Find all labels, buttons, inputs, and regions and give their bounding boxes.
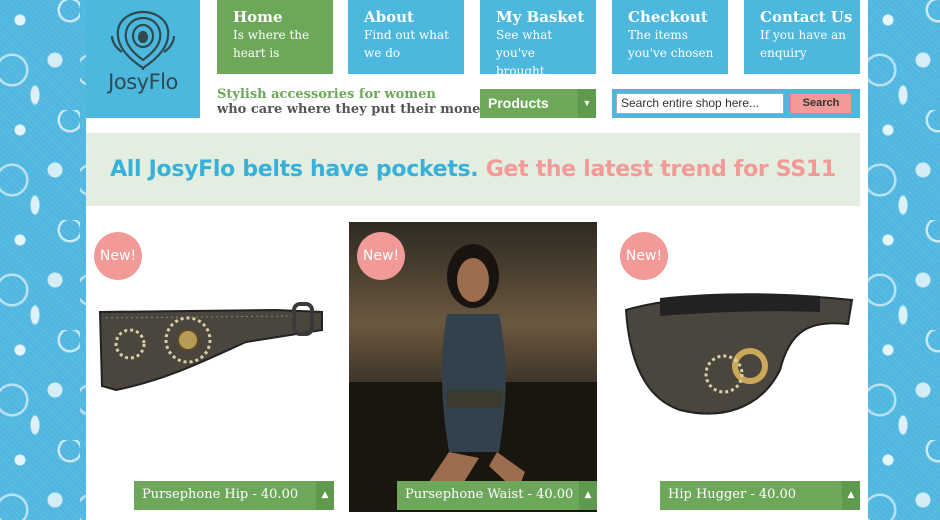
product-price-bar[interactable]: Pursephone Hip - 40.00 ▲	[134, 481, 334, 510]
new-badge: New!	[620, 232, 668, 280]
peacock-feather-icon	[110, 10, 176, 70]
product-card[interactable]: New! Hip Hugger - 40.00 ▲	[612, 222, 860, 512]
nav-my-basket-title: My Basket	[496, 8, 585, 26]
product-price-bar[interactable]: Pursephone Waist - 40.00 ▲	[397, 481, 597, 510]
product-title: Pursephone Waist - 40.00	[405, 487, 574, 502]
products-dropdown-label: Products	[488, 95, 549, 111]
tagline-line-2: who care where they put their money	[217, 102, 489, 117]
nav-home[interactable]: Home Is where the heart is	[217, 0, 333, 74]
nav-contact-us-subtitle: If you have an enquiry	[760, 28, 847, 60]
page: JosyFlo Home Is where the heart is About…	[86, 0, 868, 520]
nav-checkout-title: Checkout	[628, 8, 708, 26]
nav-checkout-subtitle: The items you've chosen	[628, 28, 714, 60]
product-title: Hip Hugger - 40.00	[668, 487, 797, 502]
nav-contact-us-title: Contact Us	[760, 8, 853, 26]
search-bar: Search entire shop here... Search	[612, 89, 860, 118]
triangle-down-icon: ▼	[578, 89, 596, 118]
nav-home-subtitle: Is where the heart is	[233, 28, 310, 60]
wallpaper-right	[868, 0, 940, 520]
nav-my-basket[interactable]: My Basket See what you've brought	[480, 0, 596, 78]
nav-my-basket-subtitle: See what you've brought	[496, 28, 553, 78]
product-image-belt	[98, 302, 323, 392]
tagline-line-1: Stylish accessories for women	[217, 87, 436, 102]
product-image-belt	[624, 293, 854, 415]
triangle-up-icon: ▲	[316, 481, 334, 510]
tagline: Stylish accessories for women who care w…	[217, 87, 488, 117]
nav-home-title: Home	[233, 8, 283, 26]
logo-text: JosyFlo	[108, 70, 178, 94]
nav-about[interactable]: About Find out what we do	[348, 0, 464, 74]
products-dropdown[interactable]: Products ▼	[480, 89, 596, 118]
wallpaper-left	[0, 0, 86, 520]
search-button[interactable]: Search	[790, 93, 852, 114]
banner-text-primary: All JosyFlo belts have pockets.	[110, 157, 479, 182]
new-badge: New!	[94, 232, 142, 280]
logo[interactable]: JosyFlo	[86, 0, 200, 118]
triangle-up-icon: ▲	[842, 481, 860, 510]
nav-about-subtitle: Find out what we do	[364, 28, 449, 60]
new-badge: New!	[357, 232, 405, 280]
nav-contact-us[interactable]: Contact Us If you have an enquiry	[744, 0, 860, 74]
search-input[interactable]: Search entire shop here...	[616, 93, 784, 114]
product-card[interactable]: New! Pursephone Waist - 40.00 ▲	[349, 222, 597, 512]
product-title: Pursephone Hip - 40.00	[142, 487, 299, 502]
product-card[interactable]: New! Pursephone Hip - 40.00 ▲	[86, 222, 334, 512]
triangle-up-icon: ▲	[579, 481, 597, 510]
promo-banner[interactable]: All JosyFlo belts have pockets. Get the …	[86, 133, 860, 255]
product-price-bar[interactable]: Hip Hugger - 40.00 ▲	[660, 481, 860, 510]
nav-about-title: About	[364, 8, 414, 26]
nav-checkout[interactable]: Checkout The items you've chosen	[612, 0, 728, 74]
